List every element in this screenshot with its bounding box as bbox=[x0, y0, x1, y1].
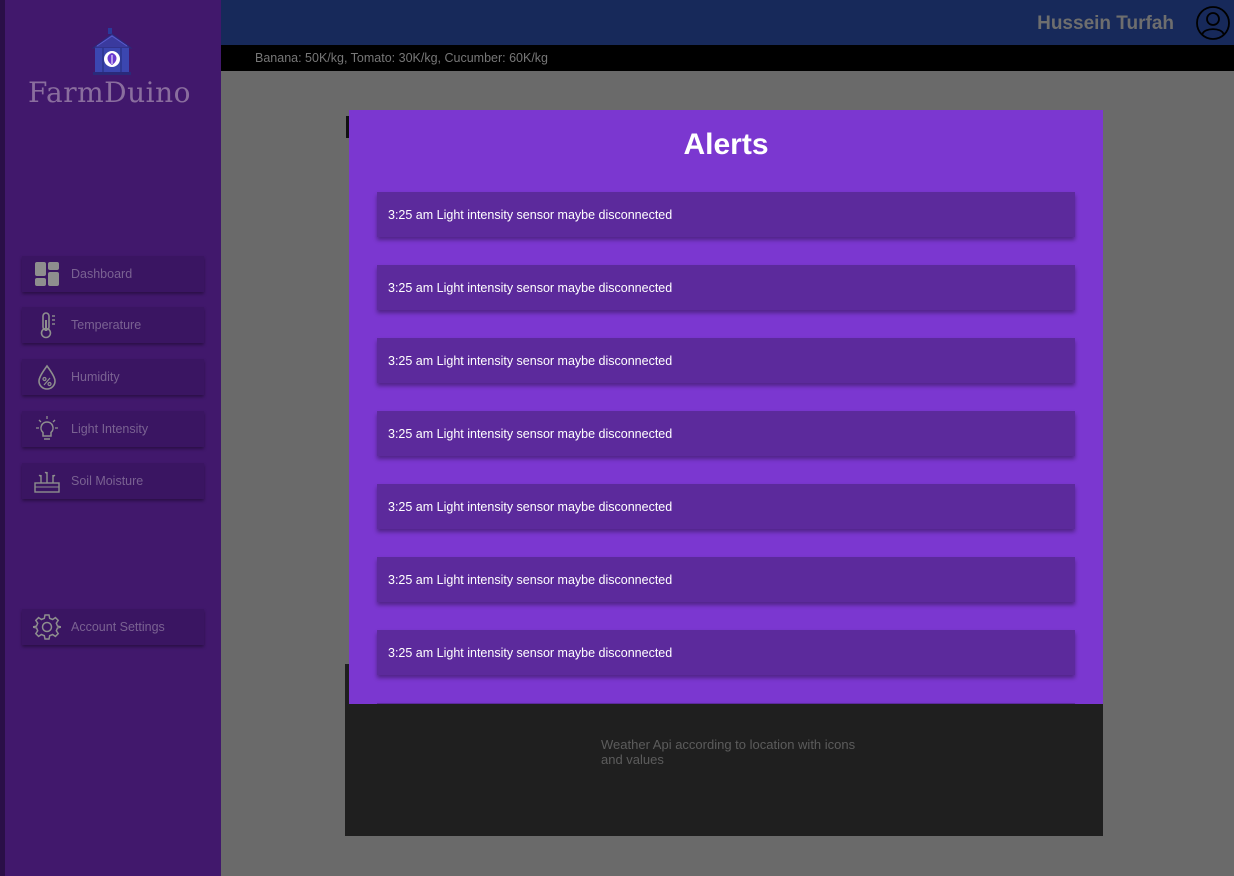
sidebar-item-label: Temperature bbox=[71, 318, 142, 332]
alert-item[interactable] bbox=[377, 703, 1075, 704]
alert-item[interactable]: 3:25 am Light intensity sensor maybe dis… bbox=[377, 192, 1075, 237]
ticker-text: Banana: 50K/kg, Tomato: 30K/kg, Cucumber… bbox=[255, 51, 548, 65]
sidebar-edge bbox=[0, 0, 5, 876]
weather-placeholder-text: Weather Api according to location with i… bbox=[601, 737, 856, 767]
price-ticker: Banana: 50K/kg, Tomato: 30K/kg, Cucumber… bbox=[221, 45, 1234, 71]
dashboard-icon bbox=[22, 256, 71, 292]
user-name[interactable]: Hussein Turfah bbox=[1037, 13, 1174, 35]
gear-icon bbox=[22, 609, 71, 645]
sidebar-item-humidity[interactable]: Humidity bbox=[22, 359, 204, 395]
alert-item[interactable]: 3:25 am Light intensity sensor maybe dis… bbox=[377, 630, 1075, 675]
greenhouse-icon bbox=[91, 28, 133, 75]
alert-item[interactable]: 3:25 am Light intensity sensor maybe dis… bbox=[377, 557, 1075, 602]
user-avatar-icon[interactable] bbox=[1196, 6, 1230, 40]
sidebar-item-label: Account Settings bbox=[71, 620, 165, 634]
app-logo[interactable]: FarmDuino bbox=[20, 26, 205, 116]
thermometer-icon bbox=[22, 307, 71, 343]
alert-text: 3:25 am Light intensity sensor maybe dis… bbox=[388, 353, 673, 368]
sidebar-item-temperature[interactable]: Temperature bbox=[22, 307, 204, 343]
alert-text: 3:25 am Light intensity sensor maybe dis… bbox=[388, 499, 673, 514]
sidebar-item-label: Light Intensity bbox=[71, 422, 149, 436]
sidebar-item-label: Soil Moisture bbox=[71, 474, 144, 488]
alerts-modal[interactable]: Alerts 3:25 am Light intensity sensor ma… bbox=[349, 110, 1103, 704]
sidebar-item-soil-moisture[interactable]: Soil Moisture bbox=[22, 463, 204, 499]
soil-moisture-icon bbox=[22, 463, 71, 499]
app-name: FarmDuino bbox=[28, 76, 191, 109]
sidebar-item-light-intensity[interactable]: Light Intensity bbox=[22, 411, 204, 447]
alert-text: 3:25 am Light intensity sensor maybe dis… bbox=[388, 426, 673, 441]
top-header: Hussein Turfah bbox=[221, 0, 1234, 45]
humidity-drop-icon bbox=[22, 359, 71, 395]
alert-item[interactable]: 3:25 am Light intensity sensor maybe dis… bbox=[377, 411, 1075, 456]
alert-text: 3:25 am Light intensity sensor maybe dis… bbox=[388, 645, 673, 660]
alert-text: 3:25 am Light intensity sensor maybe dis… bbox=[388, 280, 673, 295]
light-bulb-icon bbox=[22, 411, 71, 447]
sidebar-item-label: Humidity bbox=[71, 370, 120, 384]
alert-item[interactable]: 3:25 am Light intensity sensor maybe dis… bbox=[377, 265, 1075, 310]
modal-title: Alerts bbox=[683, 128, 769, 161]
alert-item[interactable]: 3:25 am Light intensity sensor maybe dis… bbox=[377, 338, 1075, 383]
alert-text: 3:25 am Light intensity sensor maybe dis… bbox=[388, 207, 673, 222]
alert-text: 3:25 am Light intensity sensor maybe dis… bbox=[388, 572, 673, 587]
sidebar: FarmDuino Dashboard Temperature Humidity… bbox=[0, 0, 221, 876]
sidebar-item-account-settings[interactable]: Account Settings bbox=[22, 609, 204, 645]
sidebar-item-label: Dashboard bbox=[71, 267, 133, 281]
sidebar-item-dashboard[interactable]: Dashboard bbox=[22, 256, 204, 292]
alert-item[interactable]: 3:25 am Light intensity sensor maybe dis… bbox=[377, 484, 1075, 529]
